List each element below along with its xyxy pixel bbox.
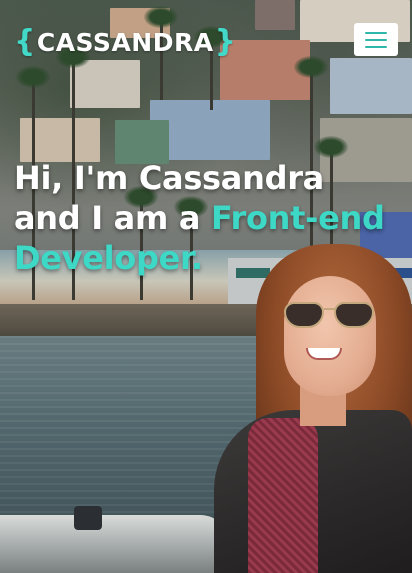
headline-line-1: Hi, I'm Cassandra bbox=[14, 159, 324, 197]
logo-text: CASSANDRA bbox=[36, 27, 214, 57]
menu-toggle-button[interactable] bbox=[354, 23, 398, 56]
headline-accent-developer: Developer bbox=[14, 239, 191, 277]
logo-left-brace: { bbox=[14, 24, 36, 59]
sunglasses-lens-right bbox=[334, 302, 374, 328]
person-scarf bbox=[248, 418, 318, 573]
hero-background-photo bbox=[0, 0, 412, 573]
house bbox=[330, 58, 412, 114]
hero-section: { CASSANDRA } Hi, I'm Cassandra and I am… bbox=[0, 0, 412, 573]
site-logo[interactable]: { CASSANDRA } bbox=[14, 26, 236, 58]
hero-headline: Hi, I'm Cassandra and I am a Front-end D… bbox=[14, 158, 406, 278]
hamburger-icon bbox=[365, 31, 387, 34]
person-face bbox=[284, 276, 376, 396]
sunglasses-lens-left bbox=[284, 302, 324, 328]
boat bbox=[0, 515, 230, 573]
headline-line-2-prefix: and I am a bbox=[14, 199, 211, 237]
sunglasses bbox=[282, 302, 378, 330]
headline-accent-front-end: Front-end bbox=[210, 199, 385, 237]
boat-cabin bbox=[74, 506, 102, 530]
hamburger-icon bbox=[365, 38, 387, 41]
headline-period: . bbox=[190, 239, 203, 277]
hamburger-icon bbox=[365, 45, 387, 48]
house bbox=[255, 0, 295, 30]
logo-right-brace: } bbox=[214, 24, 237, 59]
house bbox=[70, 60, 140, 108]
